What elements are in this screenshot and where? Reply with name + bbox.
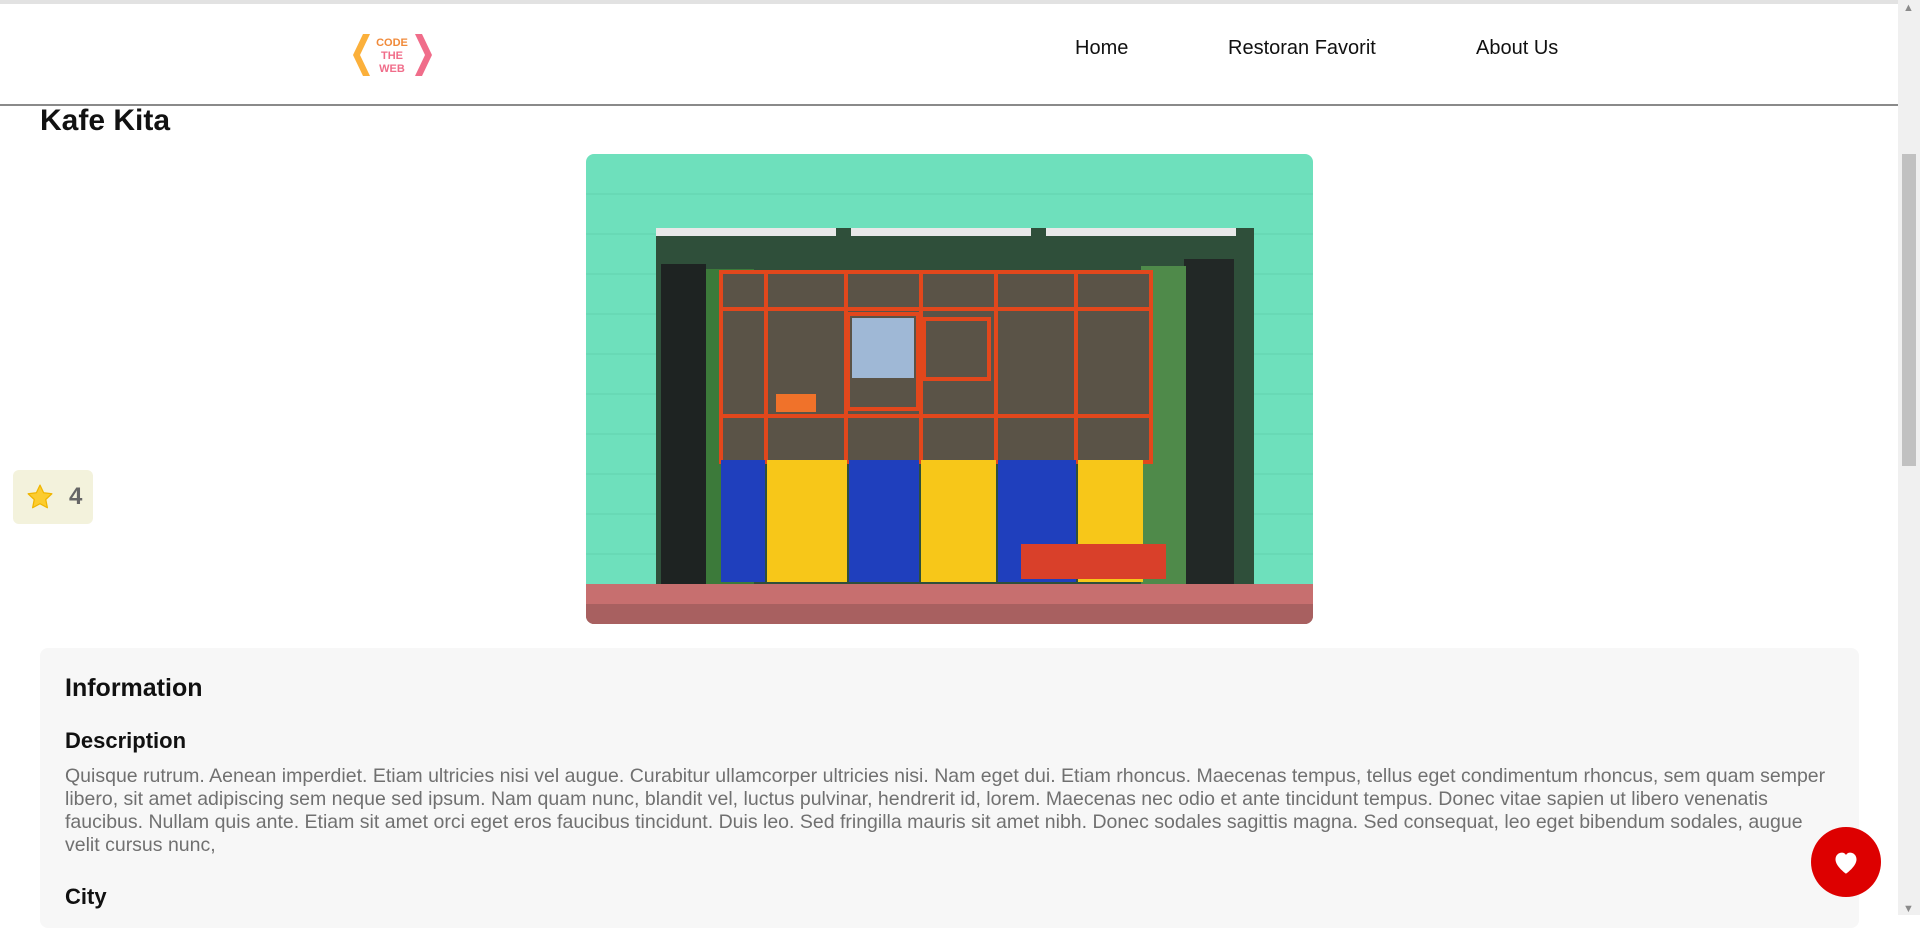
rating-value: 4 [69, 483, 83, 510]
nav-home-link[interactable]: Home [1075, 37, 1128, 60]
information-heading: Information [65, 674, 203, 702]
restaurant-name: Kafe Kita [40, 104, 171, 137]
scroll-up-arrow-icon[interactable]: ▲ [1903, 2, 1914, 14]
scrollbar-thumb[interactable] [1902, 154, 1916, 466]
restaurant-image [586, 154, 1313, 624]
city-heading: City [65, 884, 107, 909]
logo-text-line-1: CODE [376, 37, 408, 49]
scroll-down-arrow-icon[interactable]: ▼ [1903, 903, 1914, 915]
logo-text-line-2: THE [381, 50, 403, 62]
logo-text-line-3: WEB [379, 63, 405, 75]
description-heading: Description [65, 728, 187, 753]
heart-icon [1835, 852, 1857, 874]
logo[interactable]: CODE THE WEB [345, 32, 441, 78]
favorite-button[interactable] [1811, 827, 1881, 897]
vertical-scrollbar[interactable]: ▲ ▼ [1898, 0, 1920, 915]
information-card: Information Description Quisque rutrum. … [40, 648, 1859, 928]
app-header: CODE THE WEB Home Restoran Favorit About… [0, 4, 1898, 106]
description-text: Quisque rutrum. Aenean imperdiet. Etiam … [65, 765, 1826, 856]
rating-badge: 4 [13, 470, 93, 524]
nav-about-us-link[interactable]: About Us [1476, 37, 1558, 60]
nav-favorite-restaurants-link[interactable]: Restoran Favorit [1228, 37, 1376, 60]
star-icon [27, 484, 53, 509]
